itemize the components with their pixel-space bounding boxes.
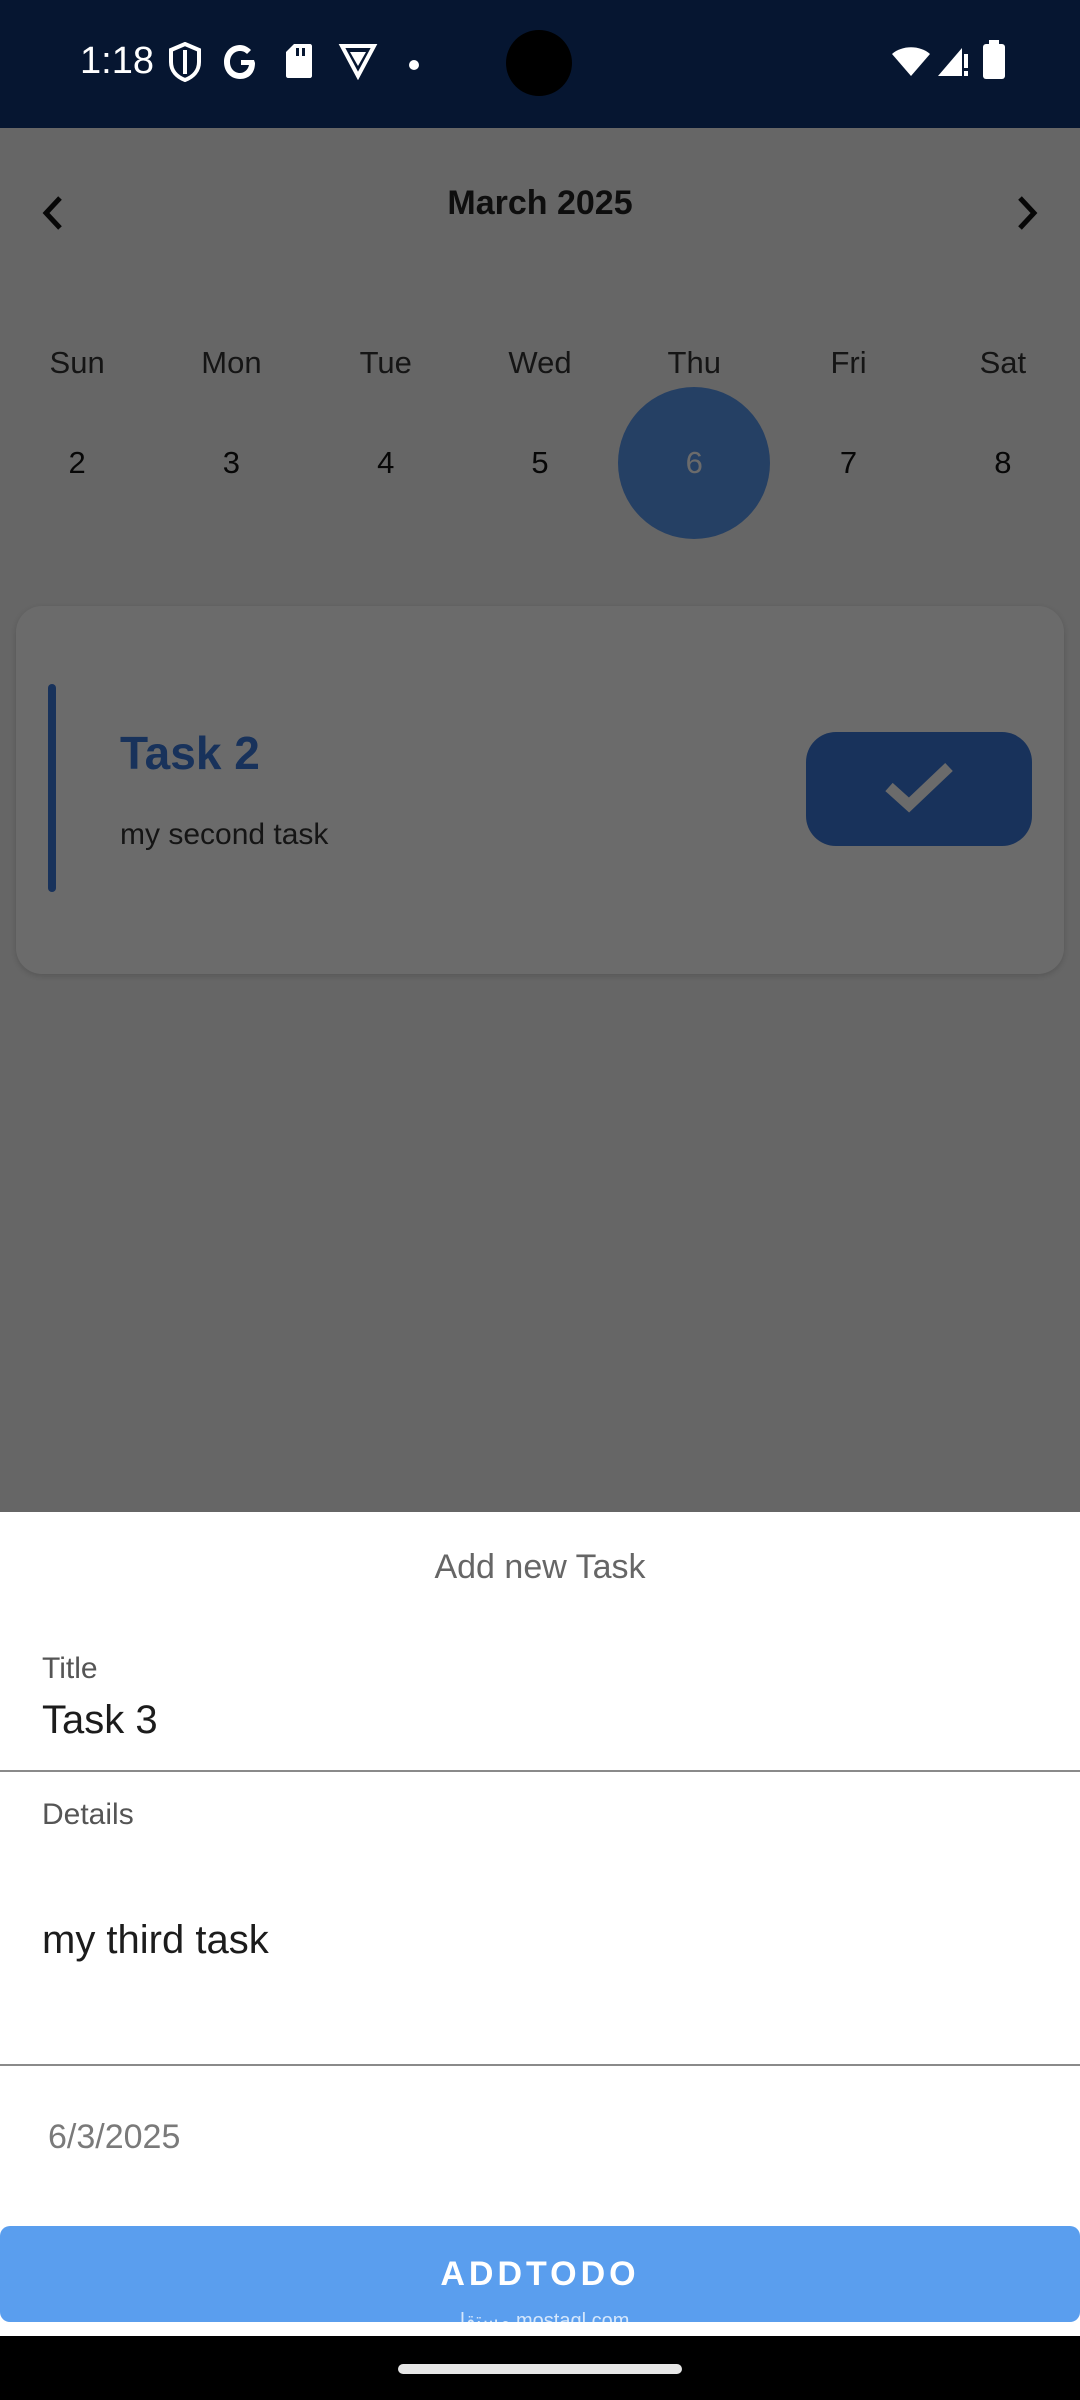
details-field[interactable]: my third task (42, 1918, 269, 1963)
status-time: 1:18 (80, 40, 154, 82)
next-month-button[interactable] (1002, 188, 1052, 238)
day-number: 8 (994, 445, 1012, 480)
day-cell[interactable]: 5 (463, 438, 617, 488)
mark-done-button[interactable] (806, 732, 1032, 846)
day-number: 7 (839, 445, 858, 480)
vpn-icon (338, 42, 378, 85)
add-task-sheet: Add new Task Title Task 3 Details my thi… (0, 1512, 1080, 2336)
month-title: March 2025 (447, 184, 633, 222)
calendar-screen: March 2025 Sun Mon Tue Wed Thu Fri Sat 2… (0, 128, 1080, 1512)
weekday-label: Mon (201, 345, 262, 380)
task-title: Task 2 (120, 727, 260, 779)
task-card[interactable]: Task 2 my second task (16, 606, 1064, 974)
title-field-label: Title (42, 1652, 98, 1685)
day-number: 6 (685, 445, 703, 480)
title-field[interactable]: Task 3 (42, 1698, 158, 1743)
day-cell[interactable]: 2 (0, 438, 154, 488)
day-cell-selected[interactable]: 6 (617, 387, 771, 539)
google-icon (222, 42, 260, 87)
check-icon (881, 759, 957, 820)
day-number: 3 (222, 445, 241, 480)
day-cell[interactable]: 3 (154, 438, 308, 488)
weekday-label: Fri (830, 345, 867, 380)
wifi-icon (890, 44, 932, 83)
signal-icon (936, 44, 970, 83)
weekday-label: Sun (49, 345, 105, 380)
task-accent-bar (48, 684, 56, 892)
weekday-label: Wed (508, 345, 572, 380)
day-number: 4 (377, 445, 395, 480)
weekday-label: Tue (359, 345, 412, 380)
day-number: 5 (531, 445, 549, 480)
weekday-label: Sat (979, 345, 1027, 380)
day-cell[interactable]: 8 (926, 438, 1080, 488)
day-number: 2 (68, 445, 86, 480)
sheet-title: Add new Task (434, 1548, 646, 1586)
weekday-header: Sun Mon Tue Wed Thu Fri Sat (0, 338, 1080, 388)
navigation-bar (0, 2336, 1080, 2400)
day-cell[interactable]: 7 (771, 438, 925, 488)
details-field-label: Details (42, 1798, 134, 1831)
shield-icon (168, 41, 202, 87)
battery-icon (982, 40, 1006, 85)
task-details: my second task (120, 818, 329, 851)
date-picker-field[interactable]: 6/3/2025 (48, 2118, 180, 2157)
dot-icon (408, 58, 420, 76)
watermark: مستقل mostaql.com (450, 2310, 630, 2332)
home-indicator[interactable] (398, 2364, 682, 2374)
camera-cutout (506, 30, 572, 96)
sd-card-icon (284, 42, 314, 85)
title-field-underline (0, 1770, 1080, 1772)
weekday-label: Thu (667, 345, 721, 380)
status-bar: 1:18 (0, 0, 1080, 128)
details-field-underline (0, 2064, 1080, 2066)
week-days-row: 2 3 4 5 6 7 8 (0, 387, 1080, 539)
day-cell[interactable]: 4 (309, 438, 463, 488)
